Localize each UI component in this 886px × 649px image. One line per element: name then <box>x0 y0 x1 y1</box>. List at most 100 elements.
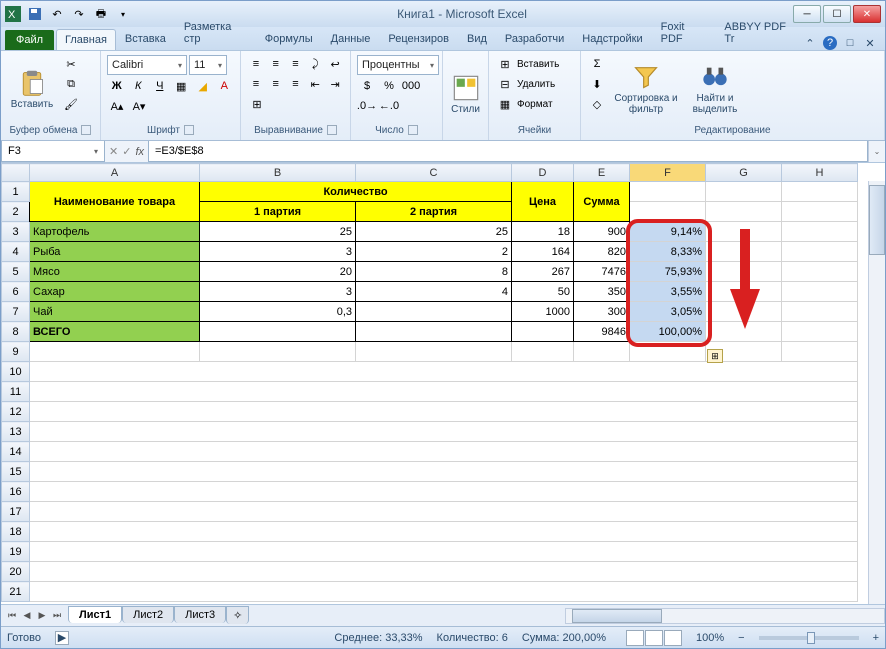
font-color-icon[interactable]: A <box>215 77 235 95</box>
table-cell[interactable]: 300 <box>574 302 630 322</box>
tab-data[interactable]: Данные <box>322 28 380 50</box>
last-sheet-icon[interactable]: ⏭ <box>50 609 64 623</box>
fill-icon[interactable]: ⬇ <box>587 75 607 93</box>
col-header[interactable]: C <box>356 164 512 182</box>
border-icon[interactable]: ▦ <box>172 77 192 95</box>
table-cell[interactable]: 267 <box>512 262 574 282</box>
dialog-launcher-icon[interactable] <box>184 125 194 135</box>
table-cell[interactable]: Картофель <box>30 222 200 242</box>
table-cell[interactable]: Чай <box>30 302 200 322</box>
print-preview-icon[interactable]: 🖶 <box>93 6 109 22</box>
row-header[interactable]: 21 <box>2 582 30 602</box>
new-sheet-tab[interactable]: ✧ <box>226 606 249 624</box>
row-header[interactable]: 11 <box>2 382 30 402</box>
dialog-launcher-icon[interactable] <box>327 125 337 135</box>
tab-file[interactable]: Файл <box>5 30 54 50</box>
table-cell[interactable]: 9,14% <box>630 222 706 242</box>
col-header[interactable]: B <box>200 164 356 182</box>
align-top-icon[interactable]: ≡ <box>247 55 265 73</box>
increase-decimal-icon[interactable]: .0→ <box>357 97 377 115</box>
tab-review[interactable]: Рецензиров <box>379 28 458 50</box>
row-header[interactable]: 6 <box>2 282 30 302</box>
fill-color-icon[interactable]: ◢ <box>193 77 213 95</box>
col-header[interactable]: G <box>706 164 782 182</box>
cut-icon[interactable]: ✂ <box>61 55 81 73</box>
table-header[interactable]: Цена <box>512 182 574 222</box>
zoom-slider[interactable] <box>759 636 859 640</box>
table-cell[interactable]: 20 <box>200 262 356 282</box>
col-header[interactable]: A <box>30 164 200 182</box>
orientation-icon[interactable]: ⤸ <box>306 55 324 73</box>
table-cell[interactable]: 820 <box>574 242 630 262</box>
format-painter-icon[interactable]: 🖌 <box>61 95 81 113</box>
row-header[interactable]: 4 <box>2 242 30 262</box>
table-cell[interactable]: 9846 <box>574 322 630 342</box>
table-cell[interactable]: 25 <box>356 222 512 242</box>
prev-sheet-icon[interactable]: ◀ <box>20 609 34 623</box>
underline-button[interactable]: Ч <box>150 77 170 95</box>
table-header[interactable]: 1 партия <box>200 202 356 222</box>
tab-pagelayout[interactable]: Разметка стр <box>175 16 256 50</box>
table-cell[interactable]: Сахар <box>30 282 200 302</box>
copy-icon[interactable]: ⧉ <box>61 75 81 93</box>
close-button[interactable]: ✕ <box>853 5 881 23</box>
decrease-indent-icon[interactable]: ⇤ <box>306 75 324 93</box>
col-header[interactable]: F <box>630 164 706 182</box>
table-header[interactable]: Наименование товара <box>30 182 200 222</box>
row-header[interactable]: 16 <box>2 482 30 502</box>
table-cell[interactable]: 1000 <box>512 302 574 322</box>
normal-view-icon[interactable] <box>626 630 644 646</box>
page-layout-view-icon[interactable] <box>645 630 663 646</box>
table-cell[interactable]: 8 <box>356 262 512 282</box>
grow-font-icon[interactable]: A▴ <box>107 97 127 115</box>
comma-format-icon[interactable]: 000 <box>401 77 421 95</box>
table-cell[interactable]: 18 <box>512 222 574 242</box>
percent-format-icon[interactable]: % <box>379 77 399 95</box>
autosum-icon[interactable]: Σ <box>587 55 607 73</box>
table-cell[interactable]: 350 <box>574 282 630 302</box>
table-cell[interactable]: 2 <box>356 242 512 262</box>
table-cell[interactable]: 3 <box>200 282 356 302</box>
tab-formulas[interactable]: Формулы <box>256 28 322 50</box>
row-header[interactable]: 9 <box>2 342 30 362</box>
zoom-out-button[interactable]: − <box>738 632 744 644</box>
row-header[interactable]: 15 <box>2 462 30 482</box>
accounting-format-icon[interactable]: $ <box>357 77 377 95</box>
table-cell[interactable] <box>356 302 512 322</box>
tab-insert[interactable]: Вставка <box>116 28 175 50</box>
dialog-launcher-icon[interactable] <box>81 125 91 135</box>
row-header[interactable]: 10 <box>2 362 30 382</box>
window-restore-icon[interactable]: □ <box>843 36 857 50</box>
select-all-cell[interactable] <box>2 164 30 182</box>
fx-icon[interactable]: fx <box>135 146 144 158</box>
horizontal-scrollbar[interactable] <box>565 608 885 624</box>
zoom-level[interactable]: 100% <box>696 632 724 644</box>
table-cell[interactable]: 75,93% <box>630 262 706 282</box>
row-header[interactable]: 20 <box>2 562 30 582</box>
minimize-ribbon-icon[interactable]: ⌃ <box>803 36 817 50</box>
name-box[interactable]: F3▾ <box>1 141 105 162</box>
increase-indent-icon[interactable]: ⇥ <box>326 75 344 93</box>
table-header[interactable]: 2 партия <box>356 202 512 222</box>
row-header[interactable]: 13 <box>2 422 30 442</box>
merge-cells-icon[interactable]: ⊞ <box>247 95 267 113</box>
font-name-combo[interactable]: Calibri▾ <box>107 55 187 75</box>
table-cell[interactable]: 164 <box>512 242 574 262</box>
table-cell[interactable]: 4 <box>356 282 512 302</box>
align-left-icon[interactable]: ≡ <box>247 75 265 93</box>
tab-addins[interactable]: Надстройки <box>573 28 651 50</box>
sort-filter-button[interactable]: Сортировка и фильтр <box>611 55 681 123</box>
table-header[interactable]: Количество <box>200 182 512 202</box>
table-cell[interactable]: 900 <box>574 222 630 242</box>
align-right-icon[interactable]: ≡ <box>287 75 305 93</box>
spreadsheet-grid[interactable]: A B C D E F G H 1 Наименование товара Ко… <box>1 163 885 604</box>
row-header[interactable]: 19 <box>2 542 30 562</box>
row-header[interactable]: 1 <box>2 182 30 202</box>
expand-formula-bar-icon[interactable]: ⌄ <box>868 141 885 162</box>
table-cell[interactable]: 3 <box>200 242 356 262</box>
row-header[interactable]: 17 <box>2 502 30 522</box>
autofill-options-icon[interactable]: ⊞ <box>707 349 723 363</box>
table-cell[interactable]: 3,55% <box>630 282 706 302</box>
page-break-view-icon[interactable] <box>664 630 682 646</box>
decrease-decimal-icon[interactable]: ←.0 <box>379 97 399 115</box>
